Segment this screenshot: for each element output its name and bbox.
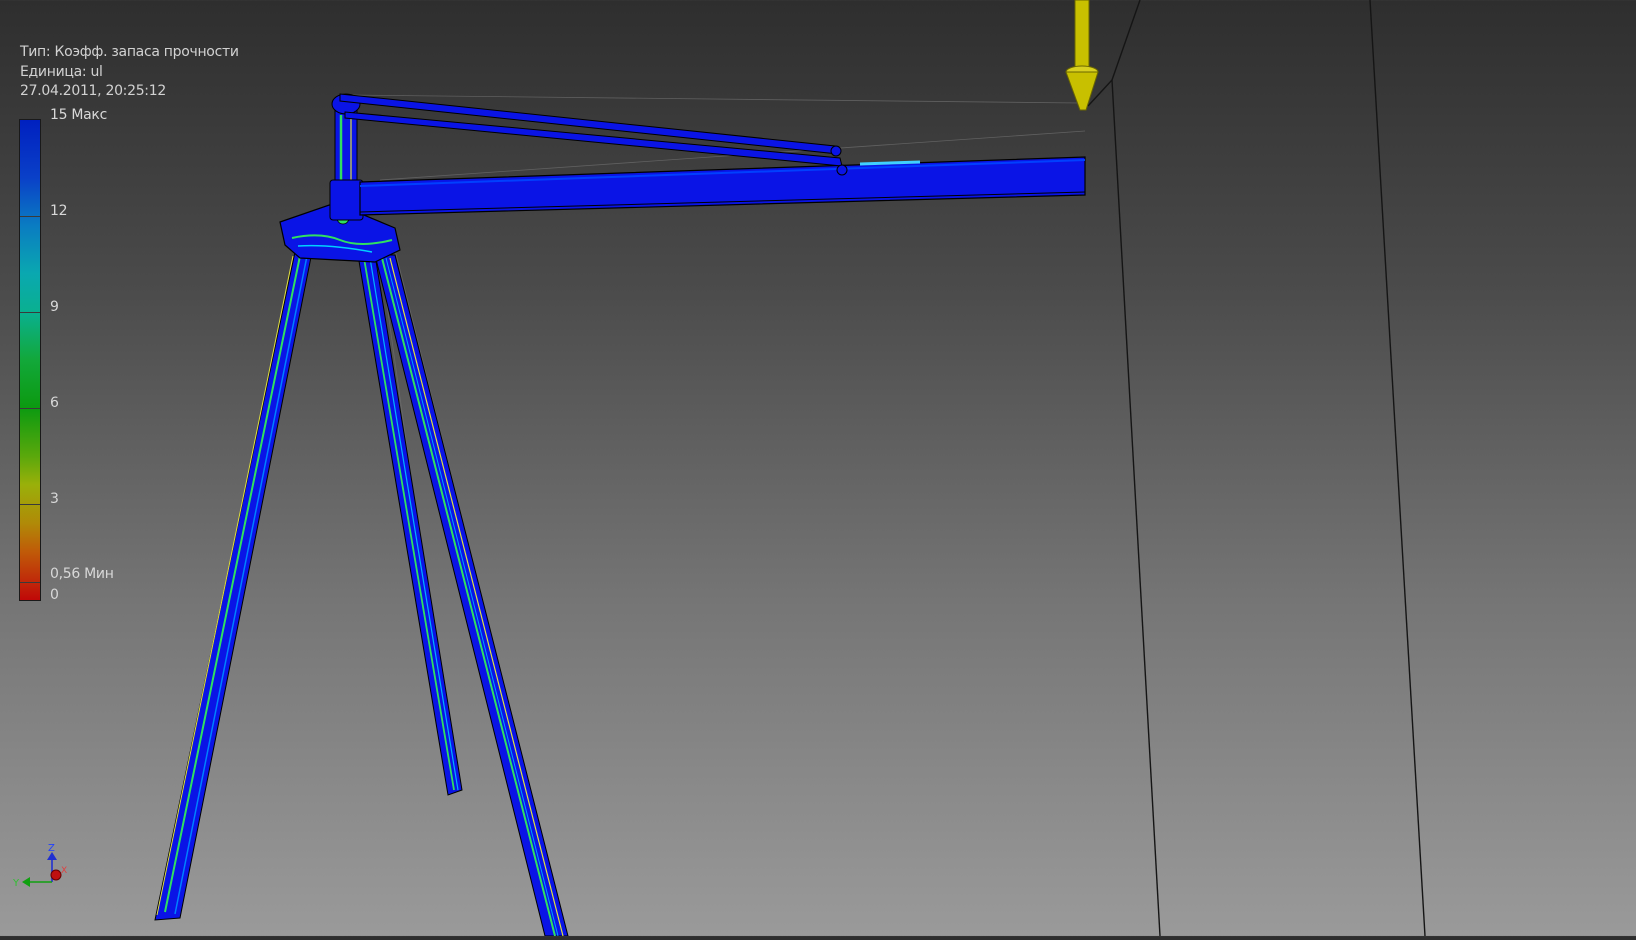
legend-label-9: 9 (50, 299, 59, 315)
color-scale-bar (19, 119, 41, 601)
y-axis-arrow-icon (22, 877, 30, 887)
result-timestamp: 27.04.2011, 20:25:12 (20, 83, 166, 99)
tripod-leg-left[interactable] (154, 251, 313, 921)
legend-label-0: 0 (50, 587, 59, 603)
legend-label-3: 3 (50, 491, 59, 507)
load-arrow[interactable] (1065, 0, 1099, 111)
legend-tick (20, 216, 40, 217)
legend-label-12: 12 (50, 203, 68, 219)
legend-tick (20, 582, 40, 583)
legend-label-6: 6 (50, 395, 59, 411)
result-info-panel: Тип: Коэфф. запаса прочности Единица: ul… (20, 43, 239, 102)
x-axis-arrow-icon (50, 869, 62, 881)
3d-viewport[interactable] (0, 0, 1636, 937)
result-type-label: Тип: Коэфф. запаса прочности (20, 44, 239, 60)
result-unit-label: Единица: ul (20, 63, 103, 80)
y-axis-label: Y (12, 878, 20, 889)
boundary-box-lines (1087, 0, 1426, 937)
z-axis-label: Z (48, 843, 55, 854)
x-axis-label: X (61, 866, 67, 876)
tie-rods[interactable] (339, 93, 848, 176)
legend-tick (20, 312, 40, 313)
legend-tick (20, 504, 40, 505)
axis-triad[interactable]: Z Y X (10, 840, 70, 900)
legend-min-label: 0,56 Мин (50, 566, 114, 582)
boom-beam[interactable] (359, 156, 1086, 216)
tripod-leg-right[interactable] (374, 254, 569, 937)
legend-max-label: 15 Макс (50, 107, 107, 123)
legend-tick (20, 408, 40, 409)
